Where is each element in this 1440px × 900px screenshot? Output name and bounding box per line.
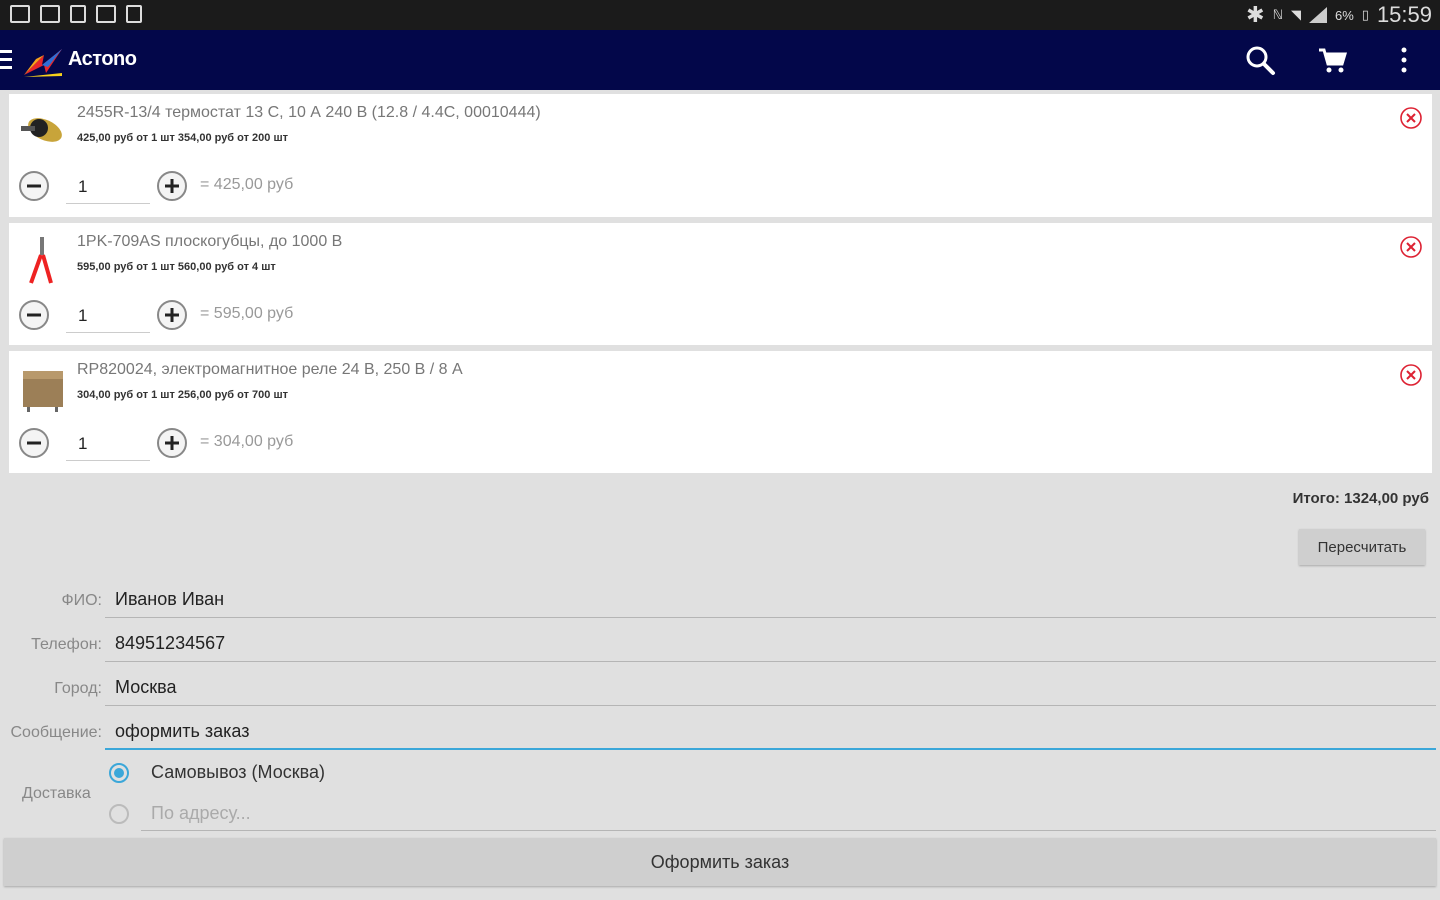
decrease-button[interactable] <box>18 170 50 202</box>
item-price: 595,00 руб от 1 шт 560,00 руб от 4 шт <box>77 261 276 273</box>
message-field[interactable] <box>105 714 1436 750</box>
cart-icon[interactable] <box>1316 44 1348 76</box>
delivery-pickup-label[interactable]: Самовывоз (Москва) <box>151 762 325 783</box>
app-bar: Астоnо <box>0 30 1440 90</box>
decrease-button[interactable] <box>18 427 50 459</box>
pliers-thumbnail <box>29 237 53 284</box>
app-title: Астоnо <box>68 48 137 70</box>
quantity-stepper: = 595,00 руб <box>18 299 418 333</box>
delivery-pickup-radio[interactable] <box>109 763 129 783</box>
relay-thumbnail <box>23 371 63 412</box>
increase-button[interactable] <box>156 427 188 459</box>
cast-icon <box>10 5 30 23</box>
increase-button[interactable] <box>156 170 188 202</box>
bluetooth-icon: ✱ <box>1246 2 1265 27</box>
delivery-address-radio[interactable] <box>109 804 129 824</box>
quantity-input[interactable] <box>66 299 150 333</box>
decrease-button[interactable] <box>18 299 50 331</box>
mute-icon: ℕ <box>1272 7 1283 22</box>
document-icon <box>126 5 142 23</box>
phone-label: Телефон: <box>31 636 102 653</box>
remove-icon[interactable] <box>1399 363 1423 387</box>
message-row: Сообщение: <box>0 712 1440 752</box>
remove-icon[interactable] <box>1399 106 1423 130</box>
city-label: Город: <box>54 680 102 697</box>
quantity-stepper: = 425,00 руб <box>18 170 418 204</box>
item-title[interactable]: 2455R-13/4 термостат 13 С, 10 А 240 В (1… <box>77 104 541 122</box>
overflow-menu-icon[interactable] <box>1392 44 1424 76</box>
quantity-stepper: = 304,00 руб <box>18 427 418 461</box>
delivery-label: Доставка <box>22 785 91 802</box>
remove-icon[interactable] <box>1399 235 1423 259</box>
wifi-icon: ◥ <box>1290 7 1301 22</box>
name-row: ФИО: <box>0 580 1440 620</box>
cart-item: 2455R-13/4 термостат 13 С, 10 А 240 В (1… <box>9 94 1432 217</box>
line-total: = 595,00 руб <box>200 305 294 322</box>
recalculate-button[interactable]: Пересчитать <box>1299 529 1425 565</box>
item-title[interactable]: RP820024, электромагнитное реле 24 В, 25… <box>77 361 463 379</box>
thermostat-thumbnail <box>21 118 62 142</box>
app-logo <box>24 49 62 77</box>
address-field[interactable] <box>141 797 1436 831</box>
system-icons: ✱ ℕ ◥ 6% ▯ 15:59 <box>1246 2 1432 28</box>
battery-icon: ▯ <box>1361 7 1369 22</box>
item-title[interactable]: 1PK-709AS плоскогубцы, до 1000 В <box>77 233 342 251</box>
phone-field[interactable] <box>105 626 1436 662</box>
status-bar: ✱ ℕ ◥ 6% ▯ 15:59 <box>0 0 1440 30</box>
place-order-button[interactable]: Оформить заказ <box>4 838 1436 886</box>
clock: 15:59 <box>1376 2 1432 27</box>
item-price: 304,00 руб от 1 шт 256,00 руб от 700 шт <box>77 389 289 401</box>
name-field[interactable] <box>105 582 1436 618</box>
quantity-input[interactable] <box>66 170 150 204</box>
quantity-input[interactable] <box>66 427 150 461</box>
battery-percent: 6% <box>1334 7 1354 23</box>
cart-item: 1PK-709AS плоскогубцы, до 1000 В 595,00 … <box>9 223 1432 345</box>
line-total: = 304,00 руб <box>200 433 294 450</box>
screen-icon <box>96 5 116 23</box>
city-field[interactable] <box>105 670 1436 706</box>
search-icon[interactable] <box>1244 44 1276 76</box>
message-label: Сообщение: <box>10 724 102 741</box>
order-total: Итого: 1324,00 руб <box>1292 490 1429 507</box>
signal-icon <box>1308 7 1327 23</box>
phone-row: Телефон: <box>0 624 1440 664</box>
item-price: 425,00 руб от 1 шт 354,00 руб от 200 шт <box>77 132 289 144</box>
drawer-menu-icon[interactable] <box>0 50 12 70</box>
city-row: Город: <box>0 668 1440 708</box>
cart-item: RP820024, электромагнитное реле 24 В, 25… <box>9 351 1432 473</box>
image-icon <box>40 5 60 23</box>
increase-button[interactable] <box>156 299 188 331</box>
name-label: ФИО: <box>61 592 102 609</box>
lock-icon <box>70 5 86 23</box>
notification-icons <box>10 5 142 23</box>
line-total: = 425,00 руб <box>200 176 294 193</box>
